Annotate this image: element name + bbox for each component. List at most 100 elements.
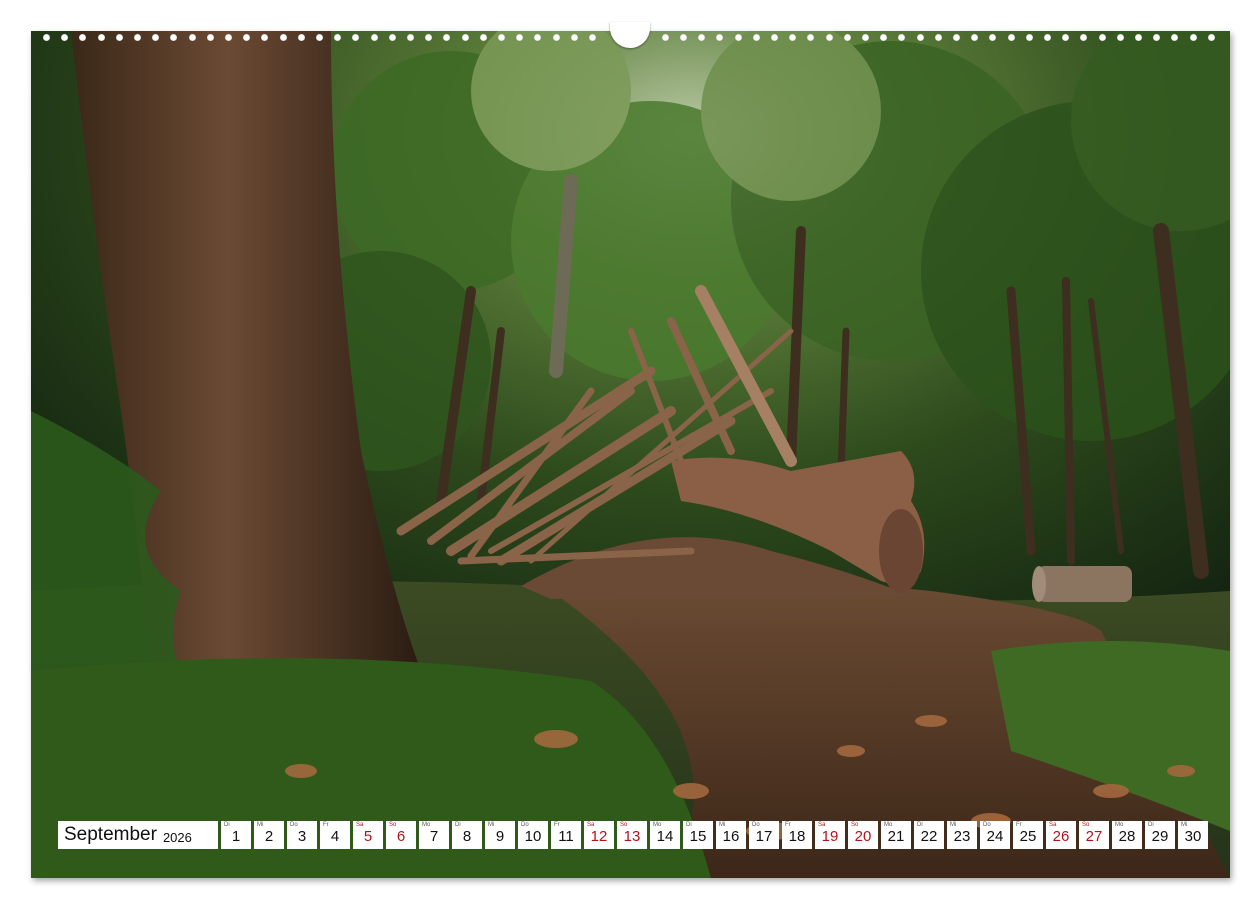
- binding-hole: [771, 34, 778, 41]
- day-number: 20: [854, 828, 872, 845]
- day-cell: Do 3: [287, 821, 317, 849]
- day-number: 29: [1151, 828, 1169, 845]
- day-number: 15: [689, 828, 707, 845]
- day-cell: So 13: [617, 821, 647, 849]
- binding-hole: [680, 34, 687, 41]
- day-cell: Sa 5: [353, 821, 383, 849]
- day-number: 4: [330, 828, 340, 845]
- day-number: 30: [1184, 828, 1202, 845]
- binding-hole: [661, 34, 669, 41]
- binding-hole: [934, 34, 942, 41]
- day-cell: So 20: [848, 821, 878, 849]
- day-number: 3: [297, 828, 307, 845]
- binding-hole: [425, 34, 433, 41]
- month-label: September 2026: [58, 821, 218, 849]
- binding-hole: [479, 34, 487, 41]
- day-number: 7: [429, 828, 439, 845]
- binding-hole: [1025, 34, 1033, 41]
- binding-hole: [807, 34, 815, 41]
- binding-hole: [752, 34, 760, 41]
- binding-hole: [1207, 34, 1215, 41]
- binding-hole: [352, 34, 360, 41]
- calendar-strip: September 2026 Di 1 Mi 2 Do 3 Fr 4 Sa 5 So 6 Mo 7 Di 8 M…: [58, 821, 1208, 849]
- day-number: 8: [462, 828, 472, 845]
- day-number: 5: [363, 828, 373, 845]
- day-number: 6: [396, 828, 406, 845]
- binding-hole: [297, 34, 305, 41]
- day-number: 14: [656, 828, 674, 845]
- binding-hole: [443, 34, 451, 41]
- day-cell: Di 22: [914, 821, 944, 849]
- binding-hole: [516, 34, 524, 41]
- day-number: 19: [821, 828, 839, 845]
- forest-photo: [31, 31, 1230, 878]
- day-cell: Do 17: [749, 821, 779, 849]
- day-number: 12: [590, 828, 608, 845]
- binding-hole: [43, 34, 50, 41]
- binding-hole: [79, 34, 87, 41]
- day-cell: Mi 23: [947, 821, 977, 849]
- day-number: 16: [722, 828, 740, 845]
- binding-hole: [461, 34, 469, 41]
- day-cell: Di 8: [452, 821, 482, 849]
- day-number: 17: [755, 828, 773, 845]
- day-cell: Di 29: [1145, 821, 1175, 849]
- month-year: 2026: [162, 829, 192, 845]
- binding-hole: [843, 34, 851, 41]
- day-cell: So 6: [386, 821, 416, 849]
- day-cell: Mo 14: [650, 821, 680, 849]
- binding-hole: [407, 34, 414, 41]
- binding-hole: [570, 34, 578, 41]
- binding-hole: [916, 34, 924, 41]
- day-number: 2: [264, 828, 274, 845]
- day-number: 9: [495, 828, 505, 845]
- binding-hole: [134, 34, 141, 41]
- binding-hole: [1171, 34, 1179, 41]
- day-cell: Fr 4: [320, 821, 350, 849]
- day-cell: Mi 2: [254, 821, 284, 849]
- binding-hole: [716, 34, 724, 41]
- binding-hole: [334, 34, 342, 41]
- binding-hole: [370, 34, 378, 41]
- binding-hole: [316, 34, 323, 41]
- binding-hole: [243, 34, 251, 41]
- month-name: September: [64, 824, 157, 845]
- day-number: 10: [524, 828, 542, 845]
- binding-hole: [115, 34, 123, 41]
- binding-hole: [388, 34, 396, 41]
- calendar-page: September 2026 Di 1 Mi 2 Do 3 Fr 4 Sa 5 So 6 Mo 7 Di 8 M…: [0, 0, 1260, 908]
- binding-hole: [279, 34, 287, 41]
- day-cell: Mi 16: [716, 821, 746, 849]
- binding-hole: [734, 34, 742, 41]
- binding-hole: [989, 34, 997, 41]
- day-cell: So 27: [1079, 821, 1109, 849]
- day-number: 11: [558, 828, 574, 845]
- day-number: 18: [788, 828, 806, 845]
- binding-hole: [188, 34, 196, 41]
- day-number: 27: [1085, 828, 1103, 845]
- day-cell: Mi 9: [485, 821, 515, 849]
- binding-hole: [225, 34, 232, 41]
- binding-hole: [589, 34, 596, 41]
- day-cell: Fr 18: [782, 821, 812, 849]
- binding-hole: [1044, 34, 1051, 41]
- day-cell: Sa 19: [815, 821, 845, 849]
- binding-hole: [1098, 34, 1106, 41]
- day-list: Di 1 Mi 2 Do 3 Fr 4 Sa 5 So 6 Mo 7 Di 8 Mi 9 Do 10 Fr 11 Sa 12 S…: [221, 821, 1208, 849]
- binding-hole: [552, 34, 560, 41]
- day-cell: Mi 30: [1178, 821, 1208, 849]
- binding-hole: [152, 34, 160, 41]
- day-number: 26: [1052, 828, 1070, 845]
- binding-hole: [1135, 34, 1142, 41]
- day-cell: Mo 28: [1112, 821, 1142, 849]
- binding-hole: [862, 34, 869, 41]
- day-cell: Sa 12: [584, 821, 614, 849]
- day-cell: Do 10: [518, 821, 548, 849]
- binding-hole: [534, 34, 542, 41]
- day-number: 23: [953, 828, 971, 845]
- day-cell: Do 24: [980, 821, 1010, 849]
- binding-hole: [1062, 34, 1070, 41]
- binding-hole: [789, 34, 797, 41]
- day-cell: Fr 11: [551, 821, 581, 849]
- day-cell: Mo 21: [881, 821, 911, 849]
